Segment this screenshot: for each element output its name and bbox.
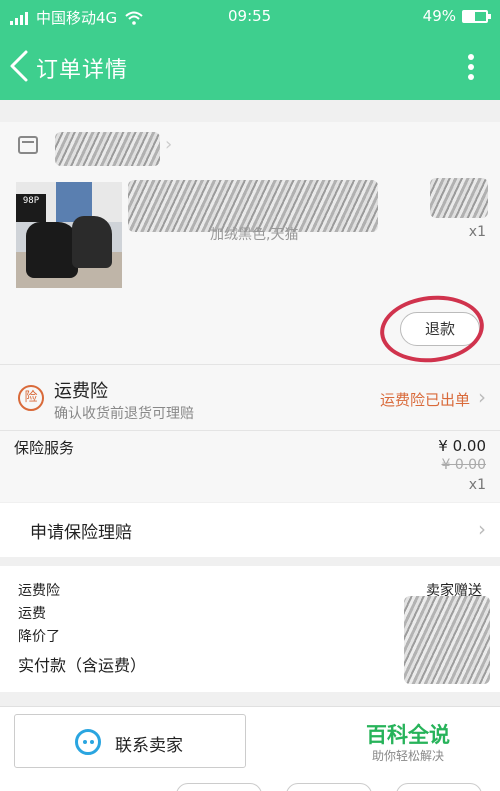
insurance-claim-row[interactable]: 申请保险理赔 › bbox=[0, 503, 500, 557]
carrier-label: 中国移动4G bbox=[36, 9, 118, 27]
service-original-price: ¥ 0.00 bbox=[441, 457, 486, 473]
insurance-subtitle: 确认收货前退货可理赔 bbox=[54, 406, 194, 422]
action-button[interactable] bbox=[286, 783, 372, 791]
clock: 09:55 bbox=[228, 7, 272, 25]
summary-line: 运费险 bbox=[18, 583, 60, 599]
page-title: 订单详情 bbox=[36, 58, 129, 83]
shop-icon bbox=[18, 136, 38, 154]
contact-seller-button[interactable]: 联系卖家 bbox=[14, 714, 246, 768]
action-button[interactable] bbox=[396, 783, 482, 791]
annotation-circle bbox=[376, 290, 488, 368]
summary-line: 降价了 bbox=[18, 629, 60, 645]
product-item[interactable]: 98P 加绒黑色,天猫 x1 退款 bbox=[0, 178, 500, 368]
shipping-insurance-row[interactable]: 险 运费险 确认收货前退货可理赔 运费险已出单 › bbox=[0, 364, 500, 430]
redacted-amounts bbox=[404, 596, 490, 684]
bottom-bar: 联系卖家 百科全说 助你轻松解决 bbox=[0, 706, 500, 791]
product-spec: 加绒黑色,天猫 bbox=[210, 227, 299, 243]
signal-icon bbox=[10, 11, 28, 25]
battery-percent: 49% bbox=[422, 7, 456, 25]
status-bar: 中国移动4G 09:55 49% bbox=[0, 0, 500, 34]
wifi-icon bbox=[125, 11, 143, 25]
product-thumbnail: 98P bbox=[16, 182, 122, 288]
payment-summary: 运费险 运费 降价了 实付款（含运费） 卖家赠送 bbox=[0, 566, 500, 692]
product-quantity: x1 bbox=[468, 224, 486, 240]
contact-seller-label: 联系卖家 bbox=[115, 736, 183, 756]
insurance-icon: 险 bbox=[18, 385, 44, 411]
action-button[interactable] bbox=[176, 783, 262, 791]
nav-bar: 订单详情 bbox=[0, 34, 500, 100]
chevron-right-icon: › bbox=[478, 385, 486, 409]
service-quantity: x1 bbox=[468, 477, 486, 493]
claim-label: 申请保险理赔 bbox=[30, 523, 132, 543]
chevron-right-icon: › bbox=[165, 134, 173, 155]
back-arrow-icon[interactable] bbox=[6, 48, 32, 84]
redacted-shop-name bbox=[55, 132, 160, 166]
service-title: 保险服务 bbox=[14, 439, 75, 457]
status-right: 49% bbox=[422, 7, 491, 25]
shop-row[interactable]: › bbox=[0, 122, 500, 178]
summary-final-label: 实付款（含运费） bbox=[18, 656, 147, 675]
insurance-status: 运费险已出单 bbox=[379, 391, 470, 409]
more-menu-icon[interactable] bbox=[468, 54, 474, 80]
redacted-price bbox=[430, 178, 488, 218]
watermark-title: 百科全说 bbox=[366, 723, 450, 747]
insurance-service-row: 保险服务 ¥ 0.00 ¥ 0.00 x1 bbox=[0, 430, 500, 502]
service-price: ¥ 0.00 bbox=[438, 437, 486, 455]
status-left: 中国移动4G bbox=[10, 7, 143, 28]
insurance-title: 运费险 bbox=[54, 381, 108, 402]
chevron-right-icon: › bbox=[478, 517, 486, 541]
battery-icon bbox=[462, 9, 491, 23]
watermark-subtitle: 助你轻松解决 bbox=[372, 749, 445, 763]
chat-icon bbox=[75, 729, 101, 755]
summary-line: 运费 bbox=[18, 606, 46, 622]
